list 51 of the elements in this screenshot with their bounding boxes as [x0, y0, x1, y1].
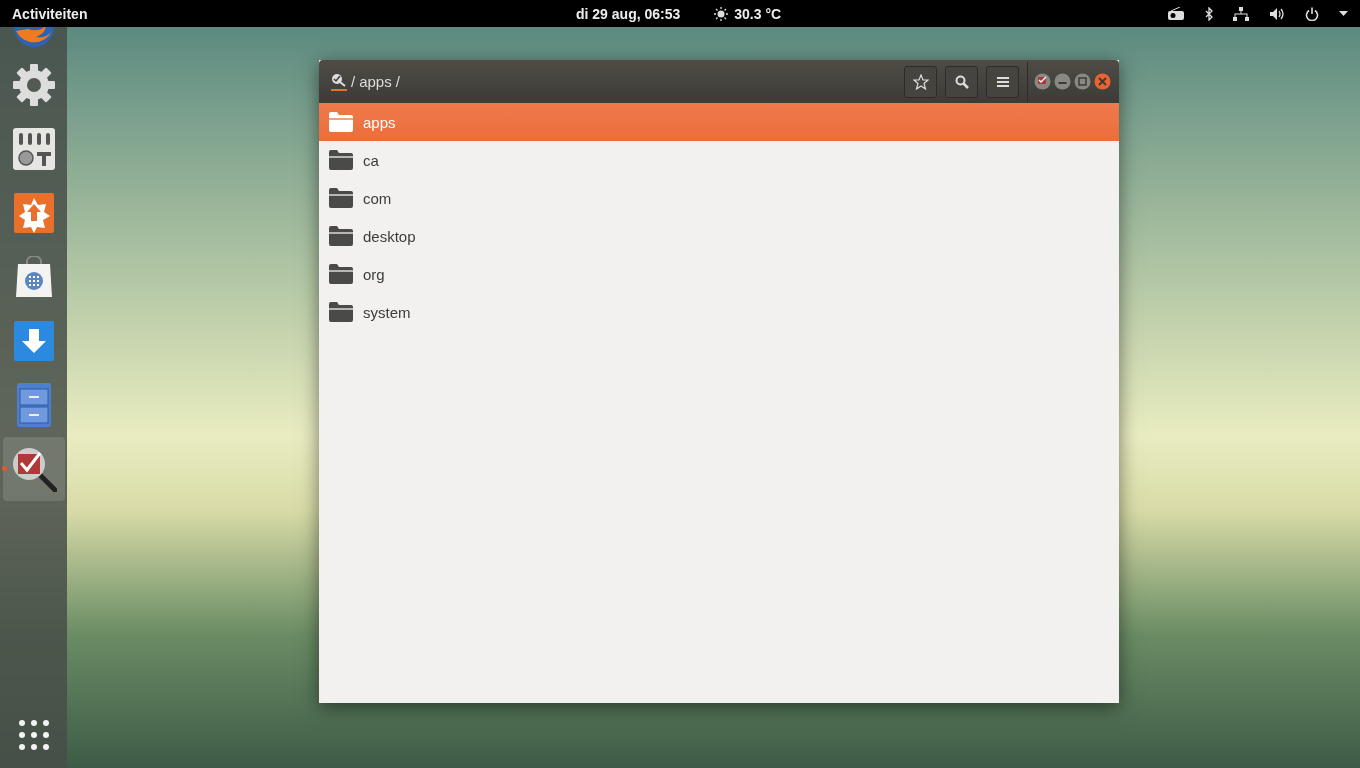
clock-text[interactable]: di 29 aug, 06:53 [576, 5, 681, 22]
app-grid-icon[interactable] [18, 720, 49, 750]
folder-row[interactable]: system [319, 293, 1119, 331]
mixer-icon[interactable] [12, 128, 55, 170]
upload-badge-icon[interactable] [13, 193, 54, 233]
volume-icon[interactable] [1269, 6, 1285, 21]
network-icon[interactable] [1233, 6, 1249, 21]
maximize-icon[interactable] [1074, 73, 1091, 90]
power-icon[interactable] [1305, 6, 1319, 21]
temperature-text[interactable]: 30.3 °C [734, 5, 782, 22]
folder-icon [329, 112, 353, 132]
bluetooth-icon[interactable] [1205, 6, 1213, 21]
folder-icon [329, 226, 353, 246]
sun-icon [714, 6, 729, 21]
radio-icon[interactable] [1167, 6, 1185, 21]
folder-name: org [363, 265, 385, 283]
folder-row[interactable]: org [319, 255, 1119, 293]
menu-icon [996, 76, 1009, 87]
folder-name: desktop [363, 227, 416, 245]
folder-name: com [363, 189, 392, 207]
minimize-icon[interactable] [1054, 73, 1071, 90]
download-icon[interactable] [13, 321, 54, 361]
running-indicator [1, 466, 7, 471]
folder-name: system [363, 303, 411, 321]
star-icon [912, 73, 929, 90]
shopping-bag-icon[interactable] [14, 256, 53, 298]
magnifier-check-icon[interactable] [10, 446, 57, 492]
bookmark-button[interactable] [904, 65, 937, 98]
activities-button[interactable]: Activiteiten [12, 5, 88, 22]
folder-row[interactable]: com [319, 179, 1119, 217]
gear-icon[interactable] [11, 63, 56, 107]
folder-row[interactable]: ca [319, 141, 1119, 179]
path-separator: / [351, 73, 356, 90]
folder-row[interactable]: desktop [319, 217, 1119, 255]
app-logo-icon [1034, 73, 1051, 90]
caret-icon[interactable] [1339, 11, 1348, 16]
globe-icon[interactable] [11, 27, 56, 49]
folder-name: apps [363, 113, 396, 131]
path-separator: / [395, 73, 400, 90]
path-segment[interactable]: apps [359, 73, 392, 90]
app-logo-icon[interactable] [331, 72, 347, 91]
close-icon[interactable] [1094, 73, 1111, 90]
folder-icon [329, 302, 353, 322]
folder-icon [329, 150, 353, 170]
folder-name: ca [363, 151, 379, 169]
menu-button[interactable] [986, 65, 1019, 98]
folder-icon [329, 264, 353, 284]
search-icon [954, 74, 969, 89]
search-button[interactable] [945, 65, 978, 98]
file-cabinet-icon[interactable] [16, 383, 51, 427]
folder-icon [329, 188, 353, 208]
